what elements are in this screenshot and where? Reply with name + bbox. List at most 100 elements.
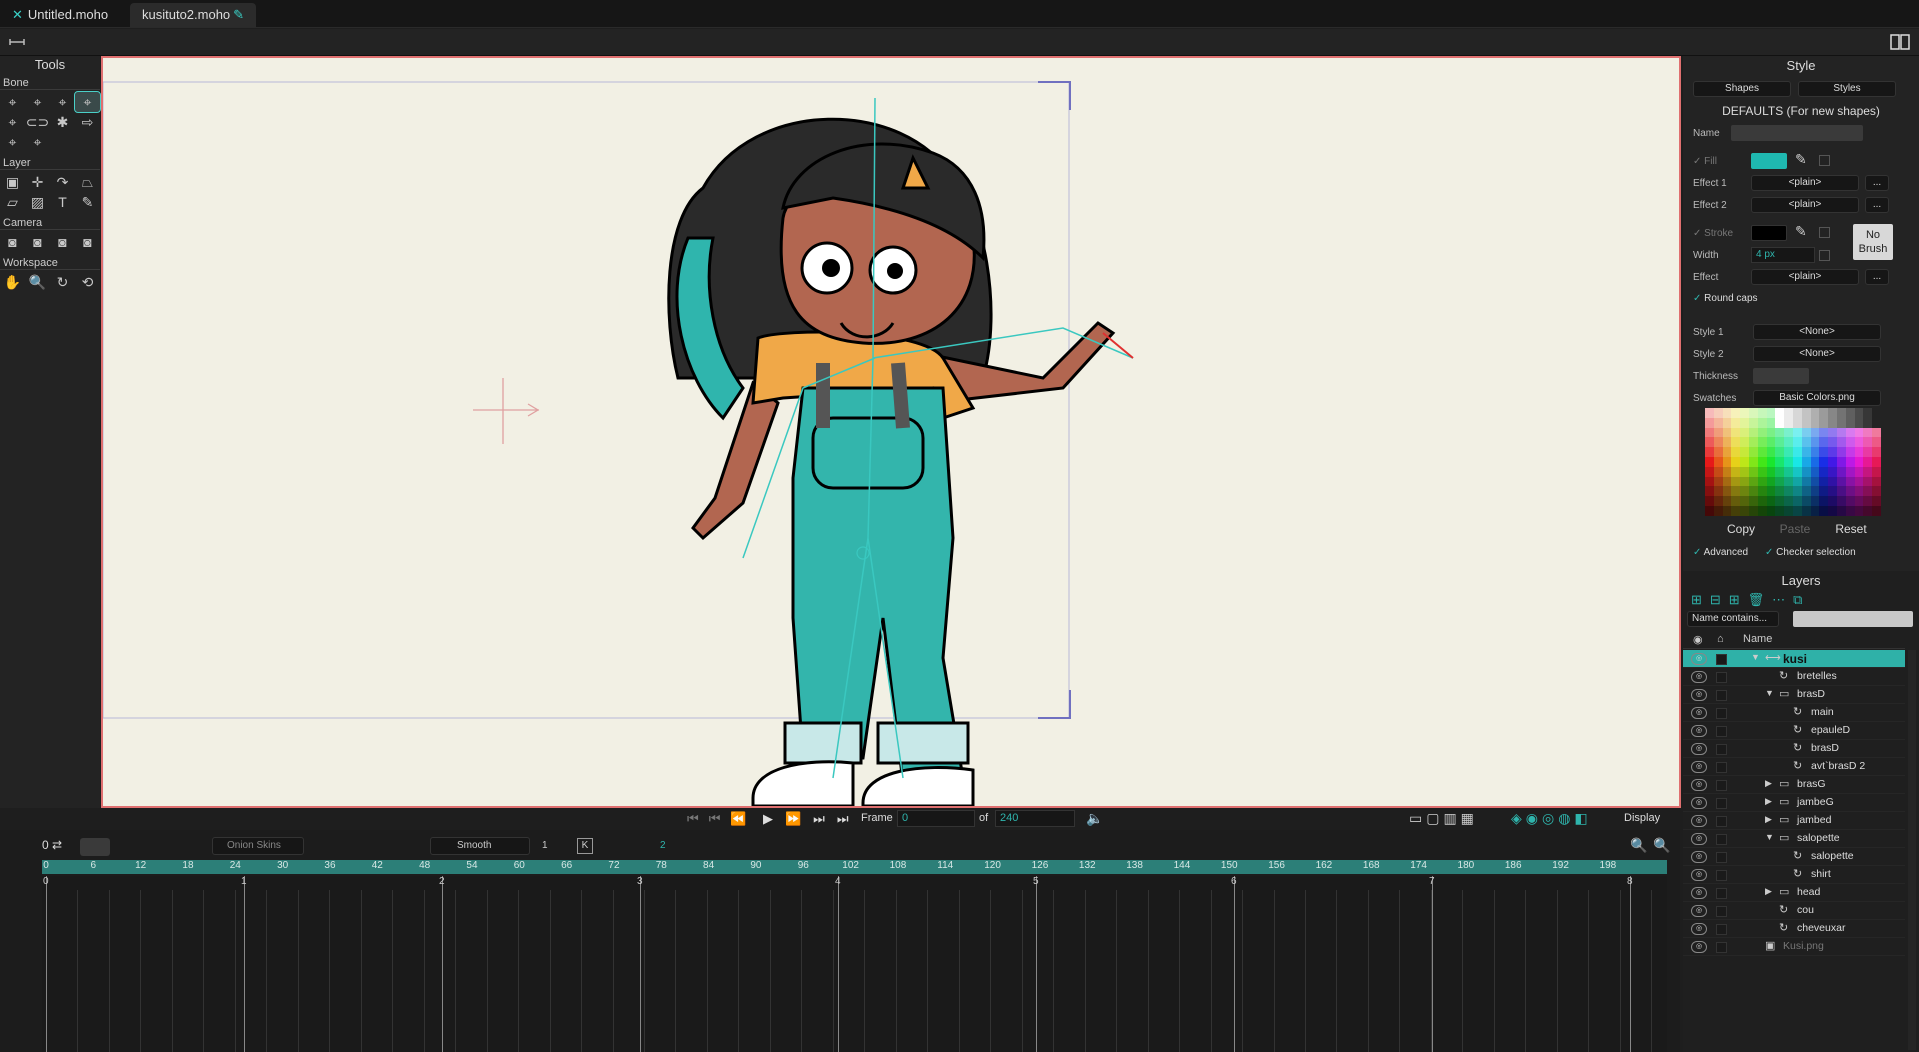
palette-swatch[interactable]	[1731, 486, 1741, 497]
palette-swatch[interactable]	[1731, 476, 1741, 487]
palette-swatch[interactable]	[1757, 457, 1767, 467]
palette-swatch[interactable]	[1775, 408, 1785, 418]
rotate-workspace-icon[interactable]: ↻	[50, 272, 75, 292]
palette-swatch[interactable]	[1740, 457, 1749, 467]
palette-swatch[interactable]	[1731, 408, 1741, 418]
checker-selection-checkbox[interactable]: ✓ Checker selection	[1765, 547, 1856, 558]
palette-swatch[interactable]	[1872, 466, 1881, 477]
visibility-eye-icon[interactable]: ◎	[1691, 923, 1707, 935]
view-layout-icons[interactable]: ▭▢▥▦	[1409, 810, 1478, 827]
color-swatch-palette[interactable]	[1705, 408, 1881, 516]
palette-swatch[interactable]	[1775, 466, 1785, 477]
palette-swatch[interactable]	[1863, 408, 1873, 418]
styles-dropdown[interactable]: Styles	[1798, 81, 1896, 97]
palette-swatch[interactable]	[1722, 427, 1732, 438]
palette-swatch[interactable]	[1784, 457, 1793, 467]
palette-swatch[interactable]	[1863, 427, 1873, 438]
onion-skins-dropdown[interactable]: Onion Skins	[212, 837, 304, 855]
layer-row[interactable]: ◎ ↻ cou	[1683, 902, 1905, 920]
zoom-camera-icon[interactable]: ◙	[25, 232, 50, 252]
palette-swatch[interactable]	[1854, 506, 1864, 516]
palette-swatch[interactable]	[1766, 447, 1776, 457]
layer-row[interactable]: ◎ ↻ shirt	[1683, 866, 1905, 884]
palette-swatch[interactable]	[1837, 447, 1846, 457]
palette-swatch[interactable]	[1801, 496, 1811, 506]
no-brush-button[interactable]: No Brush	[1853, 224, 1893, 260]
palette-swatch[interactable]	[1740, 496, 1749, 506]
keyframe-k-button[interactable]: K	[577, 838, 593, 854]
stroke-effect-dropdown[interactable]: <plain>	[1751, 269, 1859, 285]
palette-swatch[interactable]	[1810, 466, 1820, 477]
expand-toggle-icon[interactable]: ▼	[1765, 832, 1774, 842]
bone-physics-tool-icon[interactable]: ✱	[50, 112, 75, 132]
palette-swatch[interactable]	[1863, 476, 1873, 487]
palette-swatch[interactable]	[1775, 506, 1785, 516]
palette-swatch[interactable]	[1854, 437, 1864, 448]
layer-row[interactable]: ◎ ↻ brasD	[1683, 740, 1905, 758]
palette-swatch[interactable]	[1705, 506, 1714, 516]
palette-swatch[interactable]	[1775, 447, 1785, 457]
palette-swatch[interactable]	[1801, 408, 1811, 418]
palette-swatch[interactable]	[1705, 417, 1714, 428]
visibility-eye-icon[interactable]: ◎	[1691, 833, 1707, 845]
scale-layer-tool-icon[interactable]: ⏢	[75, 172, 100, 192]
book-icon[interactable]	[1890, 33, 1910, 51]
palette-swatch[interactable]	[1713, 417, 1723, 428]
palette-swatch[interactable]	[1854, 486, 1864, 497]
palette-swatch[interactable]	[1749, 417, 1758, 428]
fill-eyedropper-icon[interactable]: ✎	[1795, 151, 1807, 168]
visibility-eye-icon[interactable]: ◎	[1691, 653, 1707, 665]
rotate-layer-tool-icon[interactable]: ↷	[50, 172, 75, 192]
palette-swatch[interactable]	[1845, 496, 1855, 506]
palette-swatch[interactable]	[1731, 437, 1741, 448]
layer-filter-input[interactable]	[1793, 611, 1913, 627]
palette-swatch[interactable]	[1854, 427, 1864, 438]
palette-swatch[interactable]	[1863, 486, 1873, 497]
palette-swatch[interactable]	[1845, 466, 1855, 477]
palette-swatch[interactable]	[1793, 486, 1802, 497]
palette-swatch[interactable]	[1705, 486, 1714, 497]
palette-swatch[interactable]	[1845, 427, 1855, 438]
layer-lock-checkbox[interactable]	[1716, 870, 1727, 881]
shear-layer-tool-icon[interactable]: ▱	[0, 192, 25, 212]
layer-lock-checkbox[interactable]	[1716, 942, 1727, 953]
palette-swatch[interactable]	[1810, 417, 1820, 428]
palette-swatch[interactable]	[1828, 486, 1837, 497]
palette-swatch[interactable]	[1713, 427, 1723, 438]
palette-swatch[interactable]	[1722, 486, 1732, 497]
pan-tilt-camera-icon[interactable]: ◙	[75, 232, 100, 252]
palette-swatch[interactable]	[1819, 408, 1829, 418]
layer-row[interactable]: ◎ ▼ ▭ salopette	[1683, 830, 1905, 848]
tab-untitled[interactable]: ✕ Untitled.moho	[0, 3, 128, 27]
palette-swatch[interactable]	[1766, 506, 1776, 516]
palette-swatch[interactable]	[1766, 427, 1776, 438]
palette-swatch[interactable]	[1731, 447, 1741, 457]
palette-swatch[interactable]	[1713, 408, 1723, 418]
palette-swatch[interactable]	[1784, 417, 1793, 428]
palette-swatch[interactable]	[1872, 476, 1881, 487]
palette-swatch[interactable]	[1801, 466, 1811, 477]
palette-swatch[interactable]	[1705, 496, 1714, 506]
audio-icon[interactable]: 🔈	[1086, 810, 1103, 827]
expand-toggle-icon[interactable]: ▼	[1751, 652, 1760, 662]
palette-swatch[interactable]	[1837, 437, 1846, 448]
visibility-eye-icon[interactable]: ◎	[1691, 743, 1707, 755]
palette-swatch[interactable]	[1819, 447, 1829, 457]
palette-swatch[interactable]	[1749, 496, 1758, 506]
palette-swatch[interactable]	[1863, 496, 1873, 506]
palette-swatch[interactable]	[1828, 506, 1837, 516]
palette-swatch[interactable]	[1872, 447, 1881, 457]
palette-swatch[interactable]	[1837, 408, 1846, 418]
palette-swatch[interactable]	[1722, 408, 1732, 418]
effect1-more-button[interactable]: ...	[1865, 175, 1889, 191]
palette-swatch[interactable]	[1810, 447, 1820, 457]
palette-swatch[interactable]	[1731, 417, 1741, 428]
palette-swatch[interactable]	[1749, 427, 1758, 438]
step-value[interactable]: 2	[660, 840, 666, 851]
palette-swatch[interactable]	[1810, 408, 1820, 418]
palette-swatch[interactable]	[1722, 496, 1732, 506]
palette-swatch[interactable]	[1819, 466, 1829, 477]
palette-swatch[interactable]	[1810, 437, 1820, 448]
palette-swatch[interactable]	[1775, 417, 1785, 428]
round-caps-checkbox[interactable]: ✓ Round caps	[1693, 293, 1758, 304]
